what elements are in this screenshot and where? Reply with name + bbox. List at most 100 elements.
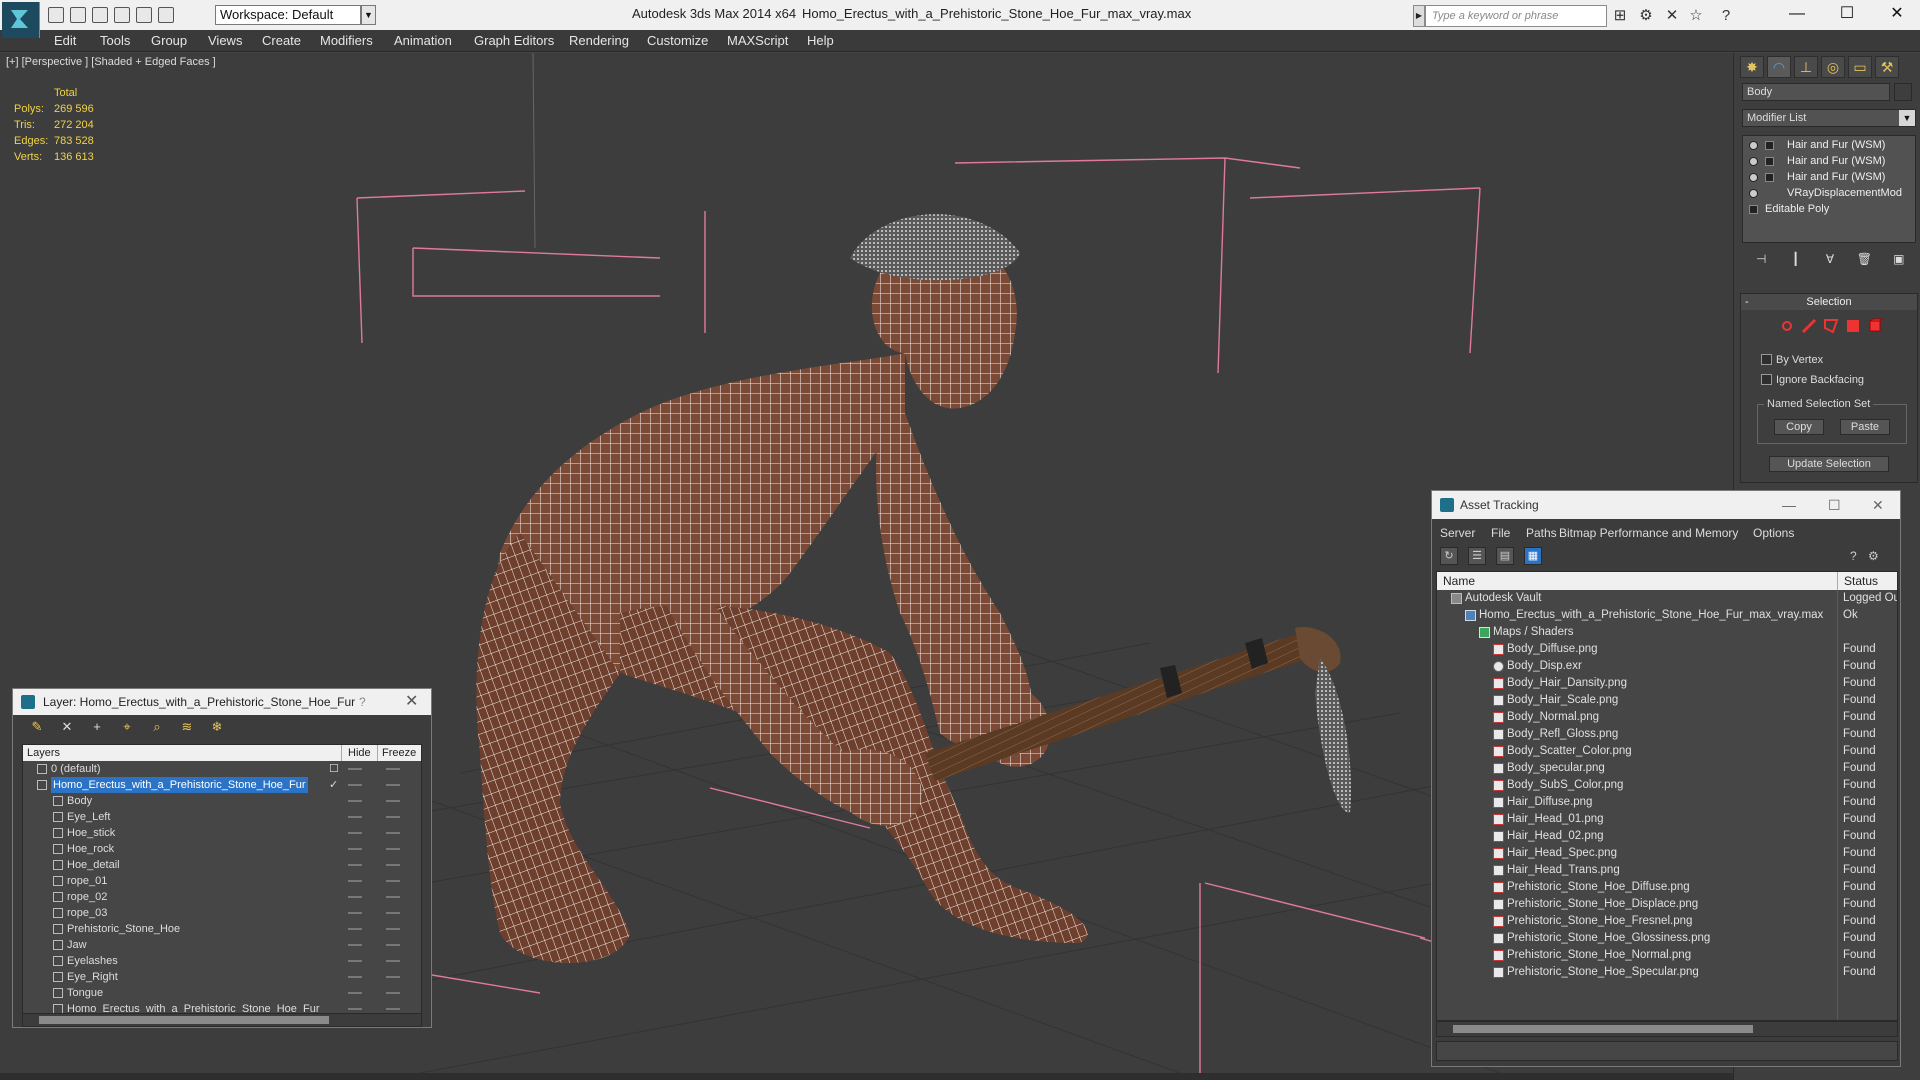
layer-row[interactable]: Body (23, 793, 421, 809)
asset-row[interactable]: Maps / Shaders (1437, 624, 1897, 641)
asset-row[interactable]: Prehistoric_Stone_Hoe_Glossiness.png Foun… (1437, 930, 1897, 947)
hide-toggle[interactable] (348, 976, 362, 978)
hide-toggle[interactable] (348, 1008, 362, 1010)
communication-icon[interactable]: ✕ (1664, 8, 1680, 24)
scrollbar-thumb[interactable] (1453, 1025, 1753, 1033)
asset-row[interactable]: Prehistoric_Stone_Hoe_Diffuse.png Found (1437, 879, 1897, 896)
binoculars-icon[interactable]: ⊞ (1612, 8, 1628, 24)
asset-row[interactable]: Body_specular.png Found (1437, 760, 1897, 777)
expand-box-icon[interactable] (1765, 173, 1774, 182)
update-selection-button[interactable]: Update Selection (1769, 456, 1889, 472)
freeze-toggle[interactable] (386, 880, 400, 882)
lightbulb-icon[interactable] (1749, 157, 1758, 166)
minimize-button[interactable]: — (1774, 0, 1820, 30)
subscription-icon[interactable]: ⚙ (1638, 8, 1654, 24)
menu-animation[interactable]: Animation (394, 33, 452, 48)
list-view-icon[interactable]: ☰ (1468, 547, 1486, 565)
element-icon[interactable] (1867, 318, 1883, 334)
chevron-down-icon[interactable]: ▼ (1899, 110, 1915, 126)
stack-item-hair-fur-3[interactable]: Hair and Fur (WSM) (1743, 170, 1915, 186)
layer-row[interactable]: Homo_Erectus_with_a_Prehistoric_Stone_Ho… (23, 777, 421, 793)
freeze-toggle[interactable] (386, 960, 400, 962)
make-unique-icon[interactable]: ∀ (1822, 251, 1838, 267)
maximize-button[interactable]: ☐ (1824, 0, 1870, 30)
display-tab-icon[interactable]: ▭ (1848, 56, 1872, 78)
help-icon[interactable]: ? (1850, 549, 1857, 563)
app-menu-button[interactable] (2, 2, 40, 38)
border-icon[interactable] (1823, 318, 1839, 334)
hide-toggle[interactable] (348, 816, 362, 818)
hide-toggle[interactable] (348, 944, 362, 946)
configure-sets-icon[interactable]: ▣ (1891, 251, 1907, 267)
hide-toggle[interactable] (348, 768, 362, 770)
asset-row[interactable]: Hair_Head_02.png Found (1437, 828, 1897, 845)
delete-layer-icon[interactable]: ✕ (59, 719, 75, 735)
layer-row[interactable]: Eyelashes (23, 953, 421, 969)
layer-row[interactable]: rope_03 (23, 905, 421, 921)
freeze-toggle[interactable] (386, 1008, 400, 1010)
hide-column-header[interactable]: Hide (341, 745, 377, 761)
polygon-icon[interactable] (1845, 318, 1861, 334)
hide-toggle[interactable] (348, 832, 362, 834)
menu-maxscript[interactable]: MAXScript (727, 33, 788, 48)
asset-row[interactable]: Prehistoric_Stone_Hoe_Fresnel.png Found (1437, 913, 1897, 930)
freeze-toggle[interactable] (386, 816, 400, 818)
menu-group[interactable]: Group (151, 33, 187, 48)
name-column-header[interactable]: Name (1443, 572, 1475, 590)
freeze-toggle[interactable] (386, 784, 400, 786)
hide-toggle[interactable] (348, 848, 362, 850)
expand-box-icon[interactable] (1765, 157, 1774, 166)
refresh-icon[interactable]: ↻ (1440, 547, 1458, 565)
menu-views[interactable]: Views (208, 33, 242, 48)
stack-item-vray-displacement[interactable]: VRayDisplacementMod (1743, 186, 1915, 202)
paste-button[interactable]: Paste (1840, 419, 1890, 435)
layer-row[interactable]: Eye_Right (23, 969, 421, 985)
freeze-toggle[interactable] (386, 848, 400, 850)
asset-menu-file[interactable]: File (1491, 523, 1510, 543)
menu-edit[interactable]: Edit (54, 33, 76, 48)
maximize-button[interactable]: ☐ (1828, 491, 1841, 519)
layer-row[interactable]: Jaw (23, 937, 421, 953)
create-tab-icon[interactable]: ✸ (1740, 56, 1764, 78)
expand-box-icon[interactable] (1749, 205, 1758, 214)
freeze-toggle[interactable] (386, 992, 400, 994)
asset-window-titlebar[interactable]: Asset Tracking — ☐ ✕ (1432, 491, 1900, 519)
asset-row[interactable]: Homo_Erectus_with_a_Prehistoric_Stone_Ho… (1437, 607, 1897, 624)
layer-row[interactable]: Hoe_rock (23, 841, 421, 857)
asset-menu-options[interactable]: Options (1753, 523, 1794, 543)
asset-row[interactable]: Prehistoric_Stone_Hoe_Specular.png Found (1437, 964, 1897, 981)
minimize-button[interactable]: — (1782, 491, 1796, 519)
close-button[interactable]: ✕ (1874, 0, 1920, 30)
asset-row[interactable]: Body_Hair_Scale.png Found (1437, 692, 1897, 709)
layer-row[interactable]: rope_01 (23, 873, 421, 889)
asset-row[interactable]: Body_Scatter_Color.png Found (1437, 743, 1897, 760)
hide-toggle[interactable] (348, 800, 362, 802)
chevron-down-icon[interactable]: ▼ (361, 5, 376, 25)
status-column-header[interactable]: Status (1837, 572, 1897, 590)
thumbnail-view-icon[interactable]: ▤ (1496, 547, 1514, 565)
object-name-field[interactable]: Body (1742, 83, 1890, 101)
asset-menu-server[interactable]: Server (1440, 523, 1475, 543)
workspace-dropdown[interactable]: Workspace: Default ▼ (215, 5, 376, 25)
lightbulb-icon[interactable] (1749, 173, 1758, 182)
selection-rollout-header[interactable]: - Selection (1741, 294, 1917, 310)
search-expand-icon[interactable]: ▶ (1413, 5, 1425, 27)
freeze-toggle[interactable] (386, 896, 400, 898)
favorites-star-icon[interactable]: ☆ (1688, 8, 1704, 24)
layer-row[interactable]: 0 (default) ☐ (23, 761, 421, 777)
settings-icon[interactable]: ⚙ (1868, 549, 1879, 563)
stack-item-editable-poly[interactable]: Editable Poly (1743, 202, 1915, 218)
freeze-toggle[interactable] (386, 944, 400, 946)
project-folder-icon[interactable] (158, 7, 174, 23)
layers-column-header[interactable]: Layers (27, 745, 60, 761)
asset-row[interactable]: Prehistoric_Stone_Hoe_Displace.png Found (1437, 896, 1897, 913)
hide-toggle[interactable] (348, 928, 362, 930)
by-vertex-checkbox[interactable]: By Vertex (1761, 354, 1823, 366)
ignore-backfacing-checkbox[interactable]: Ignore Backfacing (1761, 374, 1864, 386)
asset-menu-bitmap-performance[interactable]: Bitmap Performance and Memory (1559, 523, 1738, 543)
menu-customize[interactable]: Customize (647, 33, 708, 48)
highlight-layer-icon[interactable]: ⌕ (149, 719, 165, 735)
asset-menu-paths[interactable]: Paths (1526, 523, 1557, 543)
asset-row[interactable]: Body_Normal.png Found (1437, 709, 1897, 726)
menu-help[interactable]: Help (807, 33, 834, 48)
